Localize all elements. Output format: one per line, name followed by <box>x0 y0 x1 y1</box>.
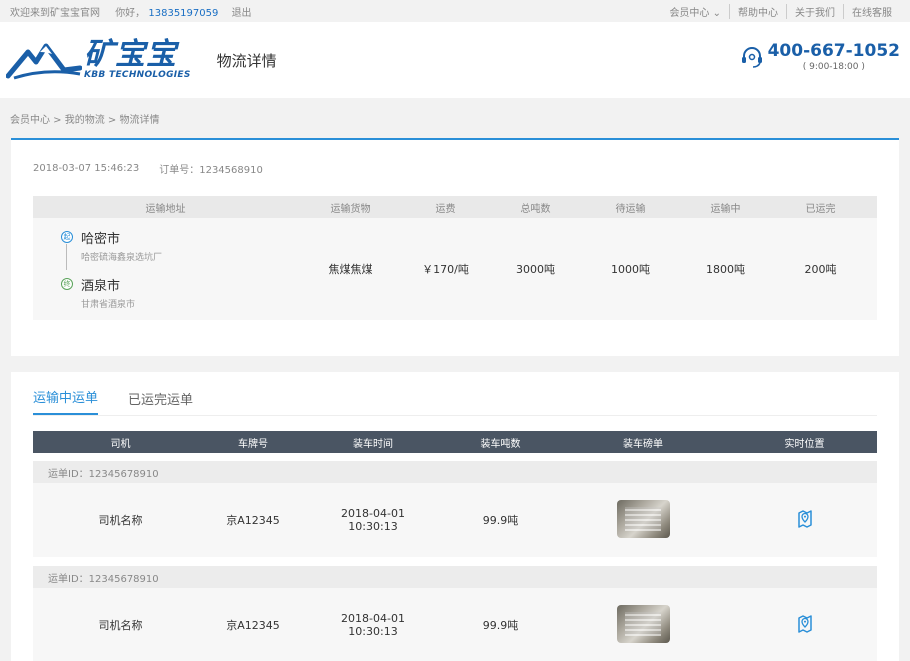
logout-link[interactable]: 退出 <box>232 8 252 19</box>
tab-completed[interactable]: 已运完运单 <box>128 389 193 415</box>
pending-value: 1000吨 <box>611 263 650 276</box>
header-driver: 司机 <box>110 438 131 450</box>
help-center-link[interactable]: 帮助中心 <box>729 3 786 19</box>
mountain-logo-icon <box>6 43 82 80</box>
total-value: 3000吨 <box>516 263 555 276</box>
waybill-id: 运单ID：12345678910 <box>33 461 877 483</box>
goods-value: 焦煤焦煤 <box>328 263 373 276</box>
welcome-text: 欢迎来到矿宝宝官网 <box>10 7 100 19</box>
origin-address: 哈密硫海鑫泉选坑厂 <box>81 253 163 263</box>
driver-name: 司机名称 <box>98 619 143 632</box>
map-location-icon[interactable] <box>796 614 814 634</box>
hotline: 400-667-1052 ( 9:00-18:00 ) <box>740 42 900 72</box>
destination-badge: 终 <box>61 278 73 290</box>
headset-icon <box>741 47 762 68</box>
header-load-tons: 装车吨数 <box>480 438 521 450</box>
done-value: 200吨 <box>804 263 837 276</box>
header-live-location: 实时位置 <box>784 438 825 450</box>
waybills-card: 运输中运单 已运完运单 司机 车牌号 装车时间 装车吨数 装车磅单 实时位置 运… <box>11 372 899 661</box>
load-time: 2018-04-01 10:30:13 <box>298 612 448 638</box>
plate-number: 京A12345 <box>226 619 280 632</box>
site-header: 矿宝宝 KBB TECHNOLOGIES 物流详情 400-667-1052 (… <box>0 22 910 98</box>
about-us-link[interactable]: 关于我们 <box>786 3 843 19</box>
summary-table-header: 运输地址 运输货物 运费 总吨数 待运输 运输中 已运完 <box>33 196 877 218</box>
waybill-id: 运单ID：12345678910 <box>33 566 877 588</box>
header-done: 已运完 <box>805 203 836 215</box>
load-clock: 10:30:13 <box>348 520 398 533</box>
origin-stop: 起 哈密市 哈密硫海鑫泉选坑厂 <box>61 228 298 263</box>
page-title: 物流详情 <box>216 51 277 70</box>
load-tons: 99.9吨 <box>482 514 519 527</box>
in-transit-value: 1800吨 <box>706 263 745 276</box>
origin-city: 哈密市 <box>81 232 121 247</box>
waybill-tabs: 运输中运单 已运完运单 <box>33 372 877 416</box>
member-center-link[interactable]: 会员中心 ⌄ <box>661 4 729 19</box>
load-tons: 99.9吨 <box>482 619 519 632</box>
header-load-time: 装车时间 <box>353 438 393 450</box>
breadcrumb[interactable]: 会员中心 > 我的物流 > 物流详情 <box>0 98 910 138</box>
logistics-summary-card: 2018-03-07 15:46:23 订单号：1234568910 运输地址 … <box>11 138 899 356</box>
route-line <box>66 244 67 270</box>
table-row: 司机名称 京A12345 2018-04-01 10:30:13 99.9吨 <box>33 588 877 661</box>
header-fee: 运费 <box>435 203 456 215</box>
weigh-ticket-thumbnail[interactable] <box>616 499 670 538</box>
load-date: 2018-04-01 <box>341 612 405 625</box>
online-service-link[interactable]: 在线客服 <box>843 3 900 19</box>
load-time: 2018-04-01 10:30:13 <box>298 507 448 533</box>
plate-number: 京A12345 <box>226 514 280 527</box>
header-total: 总吨数 <box>520 203 551 215</box>
fee-value: ￥170/吨 <box>422 263 469 276</box>
logo-en-text: KBB TECHNOLOGIES <box>84 70 191 80</box>
destination-stop: 终 酒泉市 甘肃省酒泉市 <box>61 275 298 310</box>
order-datetime: 2018-03-07 15:46:23 <box>33 162 140 174</box>
header-address: 运输地址 <box>145 203 186 215</box>
destination-city: 酒泉市 <box>81 279 121 294</box>
load-date: 2018-04-01 <box>341 507 405 520</box>
header-pending: 待运输 <box>615 203 646 215</box>
tab-in-transit[interactable]: 运输中运单 <box>33 387 99 415</box>
logo-cn-text: 矿宝宝 <box>84 37 177 72</box>
site-logo[interactable]: 矿宝宝 KBB TECHNOLOGIES <box>6 38 191 82</box>
driver-name: 司机名称 <box>98 514 143 527</box>
weigh-ticket-thumbnail[interactable] <box>616 604 670 643</box>
order-number: 订单号：1234568910 <box>159 164 263 176</box>
summary-table-row: 起 哈密市 哈密硫海鑫泉选坑厂 终 酒泉市 甘肃省酒泉市 焦煤焦煤 ￥170/吨… <box>33 218 877 320</box>
header-goods: 运输货物 <box>330 203 371 215</box>
header-weigh-ticket: 装车磅单 <box>623 438 663 450</box>
destination-address: 甘肃省酒泉市 <box>81 300 136 310</box>
greeting-text: 你好， <box>115 7 146 19</box>
user-phone[interactable]: 13835197059 <box>148 8 218 19</box>
header-plate: 车牌号 <box>238 438 268 450</box>
route: 起 哈密市 哈密硫海鑫泉选坑厂 终 酒泉市 甘肃省酒泉市 <box>61 228 298 310</box>
top-bar: 欢迎来到矿宝宝官网 你好， 13835197059 退出 会员中心 ⌄ 帮助中心… <box>0 0 910 22</box>
waybill-table-header: 司机 车牌号 装车时间 装车吨数 装车磅单 实时位置 <box>33 431 877 453</box>
service-hours: ( 9:00-18:00 ) <box>802 62 865 72</box>
origin-badge: 起 <box>61 231 73 243</box>
table-row: 司机名称 京A12345 2018-04-01 10:30:13 99.9吨 <box>33 483 877 557</box>
map-location-icon[interactable] <box>796 509 814 529</box>
load-clock: 10:30:13 <box>348 625 398 638</box>
hotline-number: 400-667-1052 <box>767 41 900 61</box>
header-in-transit: 运输中 <box>710 203 741 215</box>
